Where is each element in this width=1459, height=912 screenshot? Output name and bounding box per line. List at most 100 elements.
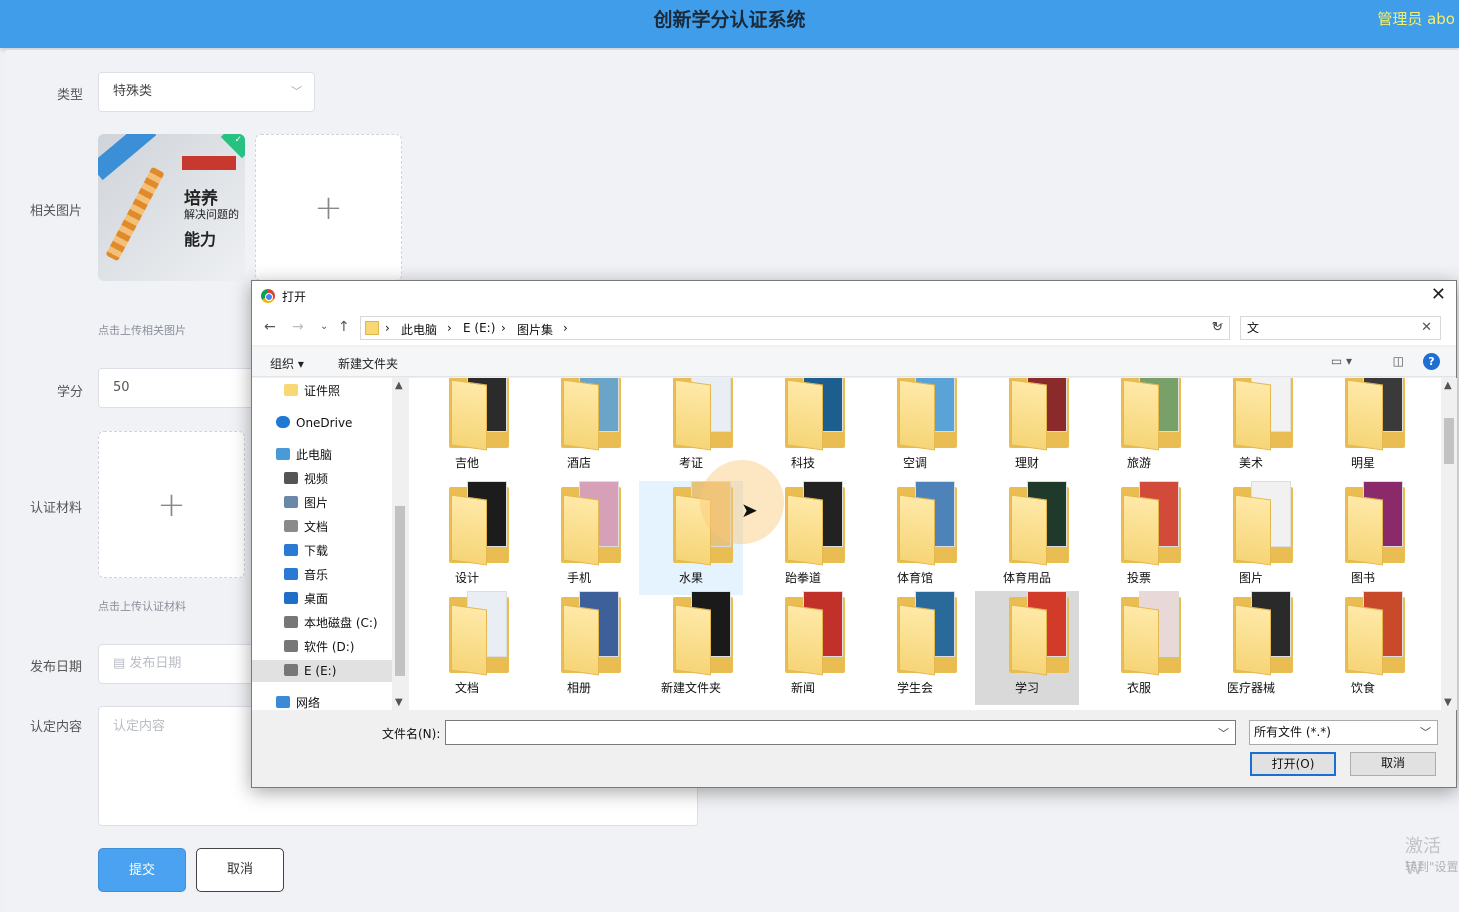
thumbnail-tag [182,156,236,170]
up-arrow-icon[interactable]: ↑ [338,319,350,335]
preview-pane-icon[interactable]: ◫ [1393,354,1404,368]
folder-item[interactable]: 文档 [415,591,519,705]
folder-name: 体育用品 [1002,571,1051,585]
folder-front-icon [451,379,487,451]
scroll-up-icon[interactable]: ▲ [395,380,403,391]
material-upload-button[interactable]: + [98,431,245,578]
folder-item[interactable]: 图片 [1199,481,1303,595]
close-icon[interactable]: ✕ [1431,284,1446,305]
nav-item-network[interactable]: 网络 [276,692,320,710]
folder-item[interactable]: 理财 [975,378,1079,480]
nav-item-this-pc[interactable]: 此电脑 [276,444,332,466]
search-value: 文 [1247,321,1260,335]
scroll-down-icon[interactable]: ▼ [395,697,403,708]
clear-search-icon[interactable]: ✕ [1421,317,1432,339]
folder-front-icon [1235,604,1271,676]
breadcrumb-item[interactable]: 此电脑 [401,321,437,338]
image-upload-button[interactable]: + [255,134,402,281]
folder-front-icon [1235,494,1271,566]
folder-item[interactable]: 医疗器械 [1199,591,1303,705]
folder-item[interactable]: 衣服 [1087,591,1191,705]
folder-item[interactable]: 体育用品 [975,481,1079,595]
navigation-pane: 证件照 OneDrive 此电脑 视频 图片 文档 下载 音乐 桌面 本地磁盘 … [252,378,408,710]
address-bar[interactable]: › 此电脑 › E (E:) › 图片集 › ﹀ [360,316,1230,340]
nav-item-drive-d[interactable]: 软件 (D:) [284,636,354,658]
nav-item-certificate-photos[interactable]: 证件照 [284,380,340,402]
back-arrow-icon[interactable]: ← [264,319,276,335]
scroll-up-icon[interactable]: ▲ [1444,380,1452,391]
user-menu[interactable]: 管理员 abo [1377,8,1455,29]
folder-item[interactable]: 学生会 [863,591,967,705]
folder-item[interactable]: 手机 [527,481,631,595]
recent-dropdown-icon[interactable]: ⌄ [320,321,328,332]
folder-item[interactable]: 明星 [1311,378,1415,480]
breadcrumb-separator-icon: › [385,321,390,335]
breadcrumb-separator-icon: › [501,321,506,335]
nav-item-music[interactable]: 音乐 [284,564,328,586]
scrollbar-thumb[interactable] [395,506,405,676]
check-icon: ✓ [234,135,242,145]
navigation-scrollbar[interactable]: ▲ ▼ [392,378,408,710]
dialog-cancel-button[interactable]: 取消 [1350,752,1436,776]
file-grid-scrollbar[interactable]: ▲ ▼ [1441,378,1457,710]
folder-item[interactable]: 图书 [1311,481,1415,595]
folder-item[interactable]: 空调 [863,378,967,480]
drive-icon [284,664,298,676]
folder-item[interactable]: 相册 [527,591,631,705]
filename-input[interactable]: ﹀ [445,720,1236,745]
folder-item[interactable]: 酒店 [527,378,631,480]
folder-item[interactable]: 旅游 [1087,378,1191,480]
chevron-down-icon[interactable]: ﹀ [1218,725,1229,741]
folder-name: 旅游 [1126,456,1151,470]
scrollbar-thumb[interactable] [1444,418,1454,464]
folder-name: 图片 [1238,571,1263,585]
help-icon[interactable]: ? [1423,353,1440,370]
folder-item[interactable]: 饮食 [1311,591,1415,705]
nav-item-videos[interactable]: 视频 [284,468,328,490]
file-type-select[interactable]: 所有文件 (*.*) ﹀ [1249,720,1438,745]
folder-front-icon [563,604,599,676]
folder-item[interactable]: 科技 [751,378,855,480]
cancel-button[interactable]: 取消 [196,848,284,892]
open-button[interactable]: 打开(O) [1250,752,1336,776]
folder-item[interactable]: 新建文件夹 [639,591,743,705]
folder-front-icon [451,604,487,676]
network-icon [276,696,290,708]
folder-item[interactable]: 设计 [415,481,519,595]
breadcrumb-item[interactable]: 图片集 [517,321,553,338]
folder-item[interactable]: 美术 [1199,378,1303,480]
breadcrumb-item[interactable]: E (E:) [463,321,495,335]
new-folder-button[interactable]: 新建文件夹 [338,355,398,372]
content-placeholder: 认定内容 [113,719,166,734]
activation-watermark-text: 转到"设置 [1405,860,1459,874]
content-label: 认定内容 [30,720,83,735]
nav-item-documents[interactable]: 文档 [284,516,328,538]
forward-arrow-icon[interactable]: → [292,319,304,335]
scroll-down-icon[interactable]: ▼ [1444,697,1452,708]
organize-menu[interactable]: 组织 ▾ [270,355,304,372]
type-select[interactable]: 特殊类 ﹀ [98,72,315,112]
folder-item[interactable]: 新闻 [751,591,855,705]
uploaded-image-thumbnail[interactable]: 培养 解决问题的 能力 ✓ [98,134,245,281]
nav-item-onedrive[interactable]: OneDrive [276,412,352,434]
date-picker[interactable]: ▤ 发布日期 [98,644,258,684]
folder-item[interactable]: 体育馆 [863,481,967,595]
nav-item-pictures[interactable]: 图片 [284,492,328,514]
view-options-icon[interactable]: ▭ ▾ [1331,354,1352,368]
folder-item[interactable]: 学习 [975,591,1079,705]
credit-input[interactable]: 50 [98,368,258,408]
folder-name: 酒店 [566,456,591,470]
refresh-icon[interactable]: ↻ [1212,320,1223,335]
nav-item-drive-e[interactable]: E (E:) [252,660,392,682]
nav-item-downloads[interactable]: 下载 [284,540,328,562]
nav-item-label: 图片 [304,496,329,510]
folder-item[interactable]: 吉他 [415,378,519,480]
submit-button[interactable]: 提交 [98,848,186,892]
calendar-icon: ▤ [113,656,130,671]
file-open-dialog: 打开 ✕ ← → ⌄ ↑ › 此电脑 › E (E:) › 图片集 › ﹀ ↻ … [251,280,1457,788]
nav-item-desktop[interactable]: 桌面 [284,588,328,610]
nav-item-drive-c[interactable]: 本地磁盘 (C:) [284,612,378,634]
search-input[interactable]: 文 ✕ [1240,316,1441,340]
folder-item[interactable]: 投票 [1087,481,1191,595]
plus-icon: + [157,484,186,525]
